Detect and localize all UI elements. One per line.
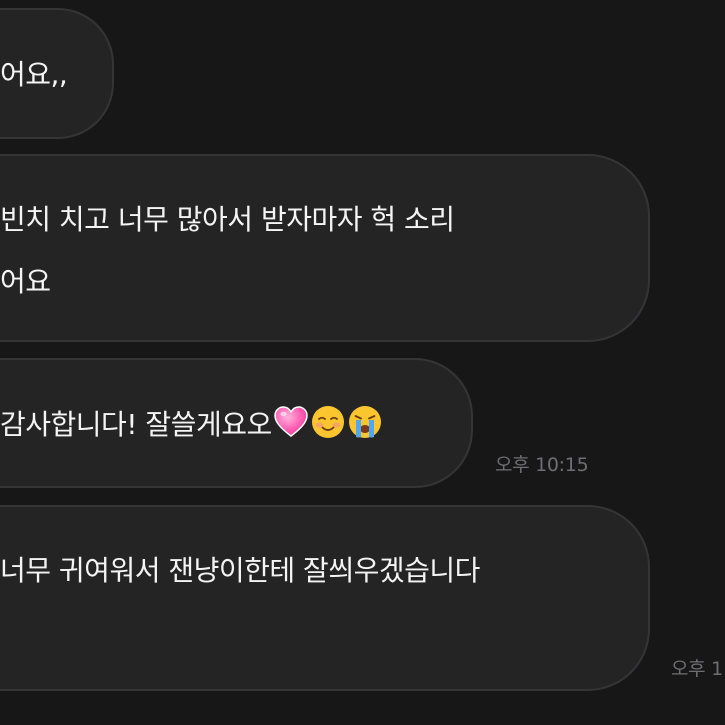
message-bubble: 감사합니다! 잘쓸게요오	[0, 358, 473, 488]
smiling-face-icon	[310, 400, 346, 438]
message-text: 어요	[0, 265, 51, 298]
message-bubble: 빈치 치고 너무 많아서 받자마자 헉 소리 어요	[0, 154, 650, 342]
message-bubble: 너무 귀여워서 잰냥이한테 잘씌우겠습니다	[0, 505, 650, 691]
chat-window: 어요,, 빈치 치고 너무 많아서 받자마자 헉 소리 어요 감사합니다! 잘쓸…	[0, 0, 725, 725]
message-text: 어요,,	[0, 58, 68, 91]
message-bubble: 어요,,	[0, 8, 114, 139]
message-timestamp: 오후 10:15	[495, 454, 589, 476]
pink-heart-icon	[273, 400, 309, 437]
crying-face-icon	[347, 400, 383, 438]
message-text: 너무 귀여워서 잰냥이한테 잘씌우겠습니다	[0, 554, 480, 587]
message-text: 감사합니다! 잘쓸게요오	[0, 408, 272, 441]
message-text: 빈치 치고 너무 많아서 받자마자 헉 소리	[0, 203, 455, 236]
message-timestamp: 오후 1	[671, 658, 723, 680]
